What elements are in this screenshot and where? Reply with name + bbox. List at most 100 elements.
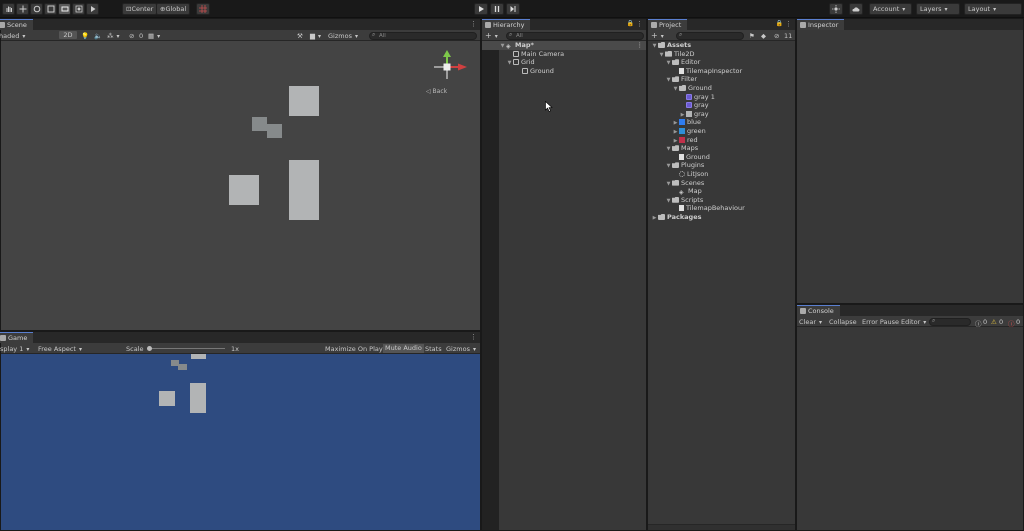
- grid-toggle-icon[interactable]: ▦: [148, 32, 160, 40]
- orientation-gizmo[interactable]: ◁ Back: [424, 49, 470, 99]
- project-item[interactable]: TilemapInspector: [648, 67, 795, 76]
- create-button[interactable]: +: [485, 31, 498, 40]
- tab-console[interactable]: Console: [797, 305, 840, 316]
- move-tool-button[interactable]: [16, 3, 29, 15]
- rect-tool-button[interactable]: [58, 3, 71, 15]
- lighting-icon[interactable]: 💡: [81, 32, 89, 40]
- layout-dropdown[interactable]: Layout: [964, 3, 1022, 15]
- play-button[interactable]: [474, 3, 488, 15]
- scene-menu-icon[interactable]: ⋮: [637, 41, 644, 50]
- scene-search-input[interactable]: All: [369, 32, 477, 40]
- project-item[interactable]: Ground: [648, 153, 795, 162]
- hierarchy-item-main-camera[interactable]: Main Camera: [482, 50, 646, 59]
- mute-audio-toggle[interactable]: Mute Audio: [383, 344, 424, 353]
- project-item[interactable]: ▼ Scenes: [648, 179, 795, 188]
- lock-icon[interactable]: 🔒: [627, 20, 634, 27]
- scale-tool-button[interactable]: [44, 3, 57, 15]
- scene-view-back-label[interactable]: ◁ Back: [426, 88, 447, 95]
- hidden-packages-icon[interactable]: ⊘: [774, 32, 779, 40]
- space-global-button[interactable]: ⊕Global: [156, 3, 191, 15]
- mode-2d-toggle[interactable]: 2D: [59, 31, 77, 39]
- custom-tool-button[interactable]: [86, 3, 99, 15]
- game-gizmos-dropdown[interactable]: Gizmos: [446, 345, 476, 353]
- gameobject-icon: [513, 59, 519, 66]
- clear-button[interactable]: Clear: [799, 318, 822, 326]
- layers-dropdown[interactable]: Layers: [916, 3, 960, 15]
- lock-icon[interactable]: 🔒: [776, 20, 783, 27]
- project-item[interactable]: ▼ Tile2D: [648, 50, 795, 59]
- scene-menu-icon[interactable]: ⋮: [470, 20, 477, 28]
- tile-asset-icon: [686, 93, 692, 100]
- aspect-dropdown[interactable]: Free Aspect: [38, 345, 82, 353]
- step-button[interactable]: [506, 3, 520, 15]
- tab-game[interactable]: Game: [0, 332, 34, 343]
- visibility-icon[interactable]: ⊘: [129, 32, 134, 40]
- filter-label-icon[interactable]: ◆: [761, 32, 766, 40]
- stats-toggle[interactable]: Stats: [425, 345, 442, 353]
- file-icon: [679, 153, 684, 160]
- maximize-on-play-toggle[interactable]: Maximize On Play: [325, 345, 383, 353]
- project-item[interactable]: ▼ Assets: [648, 41, 795, 50]
- scale-slider[interactable]: [147, 346, 225, 351]
- project-item[interactable]: ▶ blue: [648, 118, 795, 127]
- scale-slider-handle[interactable]: [147, 346, 152, 351]
- hand-tool-button[interactable]: [2, 3, 15, 15]
- log-icon[interactable]: ⓘ: [975, 318, 982, 328]
- collab-button[interactable]: [829, 3, 843, 15]
- hierarchy-menu-icon[interactable]: ⋮: [636, 20, 643, 28]
- project-item[interactable]: ▼ Scripts: [648, 196, 795, 205]
- grid-snap-button[interactable]: [196, 3, 210, 15]
- project-item[interactable]: ▼ Maps: [648, 144, 795, 153]
- tab-project[interactable]: Project: [648, 19, 688, 30]
- project-item[interactable]: ▶ gray: [648, 110, 795, 119]
- camera-icon[interactable]: ▆: [310, 32, 321, 40]
- warning-icon[interactable]: ⚠: [991, 318, 997, 326]
- project-search-input[interactable]: [676, 32, 744, 40]
- collapse-toggle[interactable]: Collapse: [829, 318, 857, 326]
- gizmos-dropdown[interactable]: Gizmos: [328, 32, 358, 40]
- tab-hierarchy[interactable]: Hierarchy: [482, 19, 531, 30]
- pause-button[interactable]: [490, 3, 504, 15]
- project-item[interactable]: ▶ Packages: [648, 213, 795, 222]
- editor-dropdown[interactable]: Editor: [901, 318, 926, 326]
- project-item[interactable]: gray 1: [648, 93, 795, 102]
- hierarchy-search-input[interactable]: All: [506, 32, 644, 40]
- project-item[interactable]: TilemapBehaviour: [648, 204, 795, 213]
- effects-icon[interactable]: ⁂: [107, 32, 120, 40]
- hierarchy-item-map[interactable]: ▼ ◈ Map* ⋮: [482, 41, 646, 50]
- create-asset-button[interactable]: +: [651, 31, 664, 40]
- display-dropdown[interactable]: splay 1: [0, 345, 29, 353]
- console-search-input[interactable]: [929, 318, 971, 326]
- project-item[interactable]: ▼ Editor: [648, 58, 795, 67]
- game-menu-icon[interactable]: ⋮: [470, 333, 477, 341]
- tools-icon[interactable]: ⚒: [297, 32, 303, 40]
- project-item[interactable]: ▼ Plugins: [648, 161, 795, 170]
- project-item[interactable]: gray: [648, 101, 795, 110]
- tab-scene[interactable]: Scene: [0, 19, 33, 30]
- cloud-button[interactable]: [849, 3, 863, 15]
- filter-type-icon[interactable]: ⚑: [749, 32, 755, 40]
- audio-icon[interactable]: 🔈: [94, 32, 102, 40]
- tab-inspector[interactable]: Inspector: [797, 19, 845, 30]
- pivot-center-button[interactable]: ⊡Center: [122, 3, 158, 15]
- project-menu-icon[interactable]: ⋮: [785, 20, 792, 28]
- hierarchy-item-ground[interactable]: Ground: [482, 67, 646, 76]
- game-viewport[interactable]: [1, 354, 480, 530]
- project-item[interactable]: ▶ red: [648, 136, 795, 145]
- account-dropdown[interactable]: Account: [869, 3, 912, 15]
- hierarchy-item-grid[interactable]: ▼ Grid: [482, 58, 646, 67]
- error-icon[interactable]: ⓘ: [1008, 318, 1015, 328]
- shading-mode-dropdown[interactable]: haded: [0, 32, 25, 40]
- expand-arrow-icon[interactable]: ▶: [651, 214, 658, 223]
- rotate-tool-button[interactable]: [30, 3, 43, 15]
- project-item[interactable]: ▶ green: [648, 127, 795, 136]
- project-item[interactable]: ▼ Filter: [648, 75, 795, 84]
- project-item[interactable]: LitJson: [648, 170, 795, 179]
- project-item[interactable]: ◈ Map: [648, 187, 795, 196]
- scene-viewport[interactable]: ◁ Back: [1, 41, 480, 330]
- tile: [252, 117, 267, 131]
- project-item[interactable]: ▼ Ground: [648, 84, 795, 93]
- error-pause-toggle[interactable]: Error Pause: [862, 318, 899, 326]
- transform-tool-button[interactable]: [72, 3, 85, 15]
- transform-icon: [75, 5, 82, 13]
